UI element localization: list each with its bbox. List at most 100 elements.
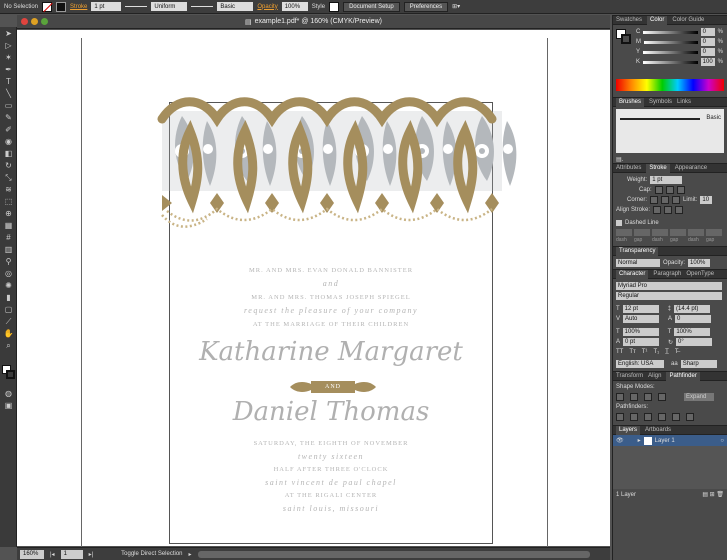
horizontal-scale-field[interactable]: 100% <box>674 328 711 336</box>
language-select[interactable]: English: USA <box>616 360 664 368</box>
opacity-label[interactable]: Opacity <box>257 4 277 10</box>
free-transform-tool-icon[interactable]: ⬚ <box>3 197 14 206</box>
tab-symbols[interactable]: Symbols <box>649 99 672 105</box>
layer-row[interactable]: 👁 ▸ Layer 1 ○ <box>613 435 727 446</box>
brushes-list[interactable]: Basic <box>616 109 724 153</box>
artboard[interactable]: MR. AND MRS. EVAN DONALD BANNISTER and M… <box>157 97 517 544</box>
zoom-icon[interactable] <box>41 18 48 25</box>
fill-swatch[interactable] <box>42 1 53 12</box>
next-artboard-icon[interactable]: ▸| <box>89 551 94 558</box>
magic-wand-tool-icon[interactable]: ✶ <box>3 53 14 62</box>
underline-icon[interactable]: T̲ <box>665 349 669 355</box>
miter-join-icon[interactable] <box>650 196 659 204</box>
cyan-slider[interactable] <box>643 30 698 34</box>
tab-stroke[interactable]: Stroke <box>646 163 670 173</box>
tab-brushes[interactable]: Brushes <box>616 97 645 107</box>
font-family-select[interactable]: Myriad Pro <box>616 282 722 290</box>
divide-icon[interactable] <box>616 413 624 421</box>
tab-attributes[interactable]: Attributes <box>616 165 641 171</box>
opacity-field[interactable]: 100% <box>281 2 308 11</box>
crop-icon[interactable] <box>658 413 666 421</box>
align-inside-icon[interactable] <box>664 206 673 214</box>
antialias-select[interactable]: Sharp <box>680 360 717 368</box>
preferences-button[interactable]: Preferences <box>403 1 449 12</box>
weight-field[interactable]: 1 pt <box>650 176 683 184</box>
stroke-label[interactable]: Stroke <box>70 4 87 10</box>
bevel-join-icon[interactable] <box>672 196 681 204</box>
yellow-slider[interactable] <box>643 50 698 54</box>
tab-swatches[interactable]: Swatches <box>616 17 642 23</box>
gap-field-2[interactable] <box>670 228 686 236</box>
tab-color[interactable]: Color <box>647 15 668 25</box>
profile-select[interactable]: Uniform <box>151 2 188 11</box>
type-tool-icon[interactable]: T <box>3 77 14 86</box>
limit-field[interactable]: 10 <box>700 196 713 204</box>
leading-field[interactable]: (14.4 pt) <box>674 305 711 313</box>
projecting-cap-icon[interactable] <box>676 186 685 194</box>
new-layer-icon[interactable]: ▤ ⊞ 🗑 <box>702 491 724 498</box>
exclude-icon[interactable] <box>658 393 666 401</box>
expand-button[interactable]: Expand <box>684 393 714 401</box>
blob-brush-tool-icon[interactable]: ◉ <box>3 137 14 146</box>
vertical-scale-field[interactable]: 100% <box>622 328 659 336</box>
mesh-tool-icon[interactable]: # <box>3 233 14 242</box>
tab-color-guide[interactable]: Color Guide <box>672 17 704 23</box>
unite-icon[interactable] <box>616 393 624 401</box>
dash-field-2[interactable] <box>652 228 668 236</box>
fill-stroke-icon[interactable] <box>2 365 15 381</box>
eyedropper-tool-icon[interactable]: ⚲ <box>3 257 14 266</box>
shape-builder-tool-icon[interactable]: ⊕ <box>3 209 14 218</box>
tab-pathfinder[interactable]: Pathfinder <box>666 371 700 381</box>
horizontal-scrollbar[interactable] <box>197 550 590 558</box>
expand-layer-icon[interactable]: ▸ <box>638 437 641 444</box>
selection-tool-icon[interactable]: ➤ <box>3 29 14 38</box>
all-caps-icon[interactable]: TT <box>616 349 623 355</box>
gap-field-3[interactable] <box>706 228 722 236</box>
brush-select[interactable]: Basic <box>217 2 254 11</box>
arrange-icon[interactable]: ⊞▾ <box>452 3 460 10</box>
black-slider[interactable] <box>643 60 698 64</box>
subscript-icon[interactable]: T₁ <box>653 349 659 355</box>
yellow-field[interactable]: 0 <box>700 48 715 56</box>
baseline-shift-field[interactable]: 0 pt <box>623 338 660 346</box>
stroke-weight-field[interactable]: 1 pt <box>91 2 122 11</box>
round-join-icon[interactable] <box>661 196 670 204</box>
dash-field-3[interactable] <box>688 228 704 236</box>
hand-tool-icon[interactable]: ✋ <box>3 329 14 338</box>
tab-character[interactable]: Character <box>616 269 649 279</box>
cyan-field[interactable]: 0 <box>700 28 715 36</box>
tab-opentype[interactable]: OpenType <box>686 271 714 277</box>
round-cap-icon[interactable] <box>665 186 674 194</box>
warp-tool-icon[interactable]: ≋ <box>3 185 14 194</box>
magenta-field[interactable]: 0 <box>700 38 715 46</box>
dashed-line-checkbox[interactable] <box>616 220 622 226</box>
drawing-mode-icon[interactable]: ◍ <box>3 389 14 398</box>
align-center-icon[interactable] <box>653 206 662 214</box>
strikethrough-icon[interactable]: T̶ <box>675 349 679 355</box>
visibility-eye-icon[interactable]: 👁 <box>616 437 624 444</box>
scale-tool-icon[interactable]: ⤡ <box>3 173 14 182</box>
style-swatch[interactable] <box>329 1 340 12</box>
layer-target-icon[interactable]: ○ <box>720 438 724 444</box>
slice-tool-icon[interactable]: ⟋ <box>3 317 14 326</box>
paintbrush-tool-icon[interactable]: ✎ <box>3 113 14 122</box>
align-outside-icon[interactable] <box>675 206 684 214</box>
status-menu-icon[interactable]: ▸ <box>189 551 192 558</box>
superscript-icon[interactable]: T¹ <box>642 349 648 355</box>
tracking-field[interactable]: 0 <box>675 315 712 323</box>
artboard-number-field[interactable]: 1 <box>60 549 83 559</box>
eraser-tool-icon[interactable]: ◧ <box>3 149 14 158</box>
pen-tool-icon[interactable]: ✒ <box>3 65 14 74</box>
butt-cap-icon[interactable] <box>654 186 663 194</box>
font-style-select[interactable]: Regular <box>616 292 722 300</box>
tab-transform[interactable]: Transform <box>616 373 643 379</box>
symbol-sprayer-tool-icon[interactable]: ✺ <box>3 281 14 290</box>
transparency-opacity-field[interactable]: 100% <box>688 258 711 267</box>
tab-transparency[interactable]: Transparency <box>616 246 659 256</box>
document-tab[interactable]: ▤ example1.pdf* @ 160% (CMYK/Preview) <box>17 15 610 29</box>
stroke-swatch[interactable] <box>56 1 67 12</box>
merge-icon[interactable] <box>644 413 652 421</box>
close-icon[interactable] <box>21 18 28 25</box>
tab-layers[interactable]: Layers <box>616 425 641 435</box>
tab-paragraph[interactable]: Paragraph <box>653 271 681 277</box>
